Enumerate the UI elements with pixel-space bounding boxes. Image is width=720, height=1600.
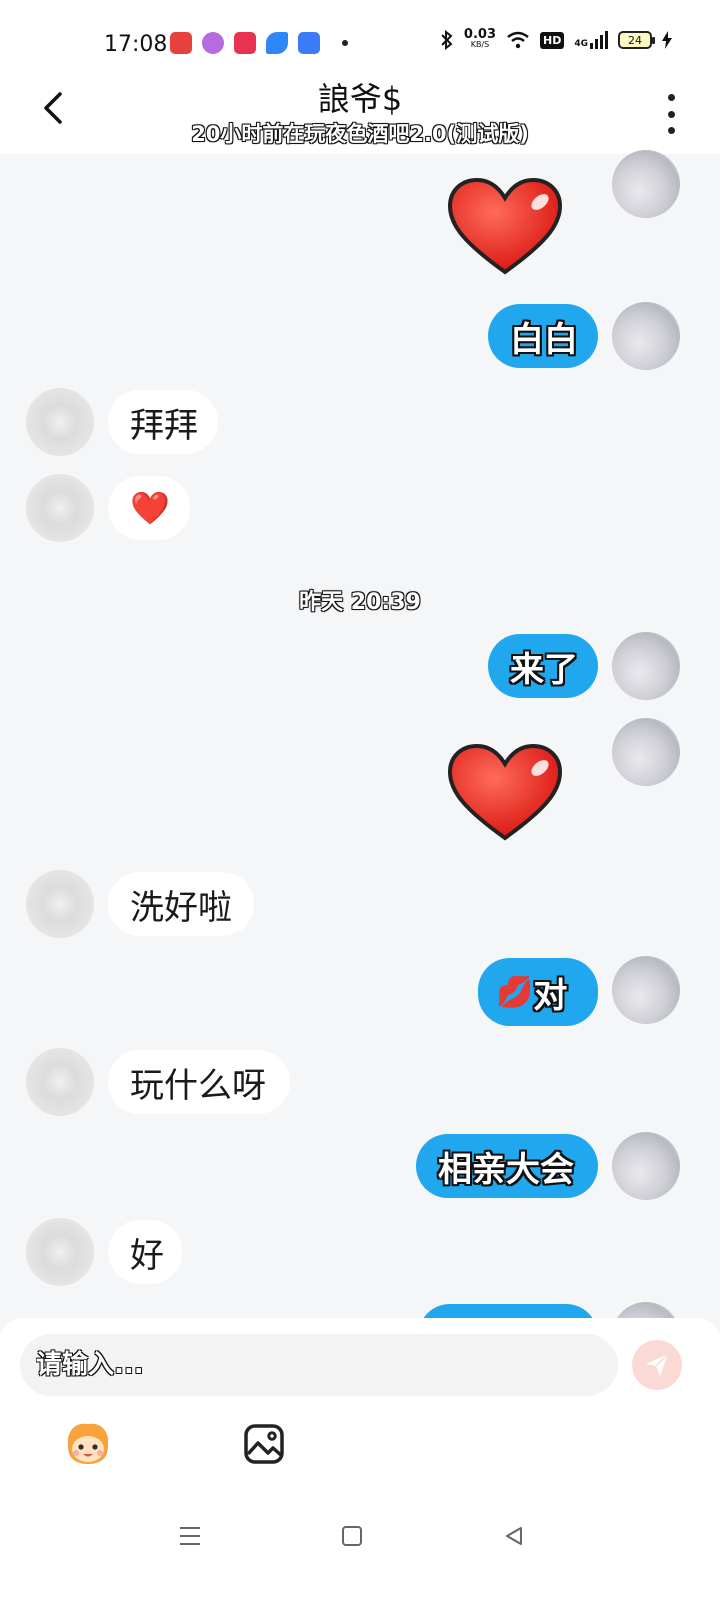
send-button[interactable] [632,1340,682,1390]
contact-message-bubble[interactable]: 洗好啦 [108,872,254,936]
home-nav-button[interactable] [332,1516,372,1556]
dot-icon [667,127,675,134]
kiss-emoji: 💋 [496,974,534,1010]
back-triangle-icon [506,1527,522,1545]
my-message-bubble[interactable]: 相亲大会 [416,1134,598,1198]
home-square-icon [342,1526,362,1546]
app-notification-icon [202,32,224,54]
message-input[interactable] [20,1334,618,1396]
more-notifications-dot [342,40,348,46]
menu-icon [180,1527,200,1545]
my-avatar[interactable] [612,1132,680,1200]
dot-icon [667,94,675,101]
dot-icon [667,110,675,118]
my-message-bubble[interactable]: 💋 对 [478,958,598,1026]
more-options-button[interactable] [664,94,678,134]
contact-avatar[interactable] [26,474,94,542]
heart-sticker[interactable] [446,742,564,842]
contact-avatar[interactable] [26,388,94,456]
contact-avatar[interactable] [26,1048,94,1116]
contact-avatar[interactable] [26,1218,94,1286]
video-app-icon [234,32,256,54]
back-nav-button[interactable] [494,1516,534,1556]
my-message-bubble[interactable]: 白白 [488,304,598,368]
network-speed: 0.03 KB/S [463,27,496,49]
battery-icon: 24 [618,31,655,49]
app-notification-icon [170,32,192,54]
my-avatar[interactable] [612,718,680,786]
system-navigation-bar [0,1490,720,1600]
my-avatar[interactable] [612,302,680,370]
heart-sticker[interactable] [446,176,564,276]
contact-name: 誏爷$ [317,80,403,118]
contact-message-bubble[interactable]: 玩什么呀 [108,1050,290,1114]
hd-voice-icon: HD [540,31,565,49]
signal-icon: 4G [574,31,608,49]
notification-icons [170,32,348,54]
my-message-bubble[interactable]: 来了 [488,634,598,698]
wifi-icon [507,31,529,49]
contact-message-bubble[interactable]: ❤️ [108,476,190,540]
status-time: 17:08 [104,32,168,57]
contact-avatar[interactable] [26,870,94,938]
image-icon[interactable] [242,1422,286,1466]
my-avatar[interactable] [612,632,680,700]
charging-icon [662,31,672,49]
bluetooth-icon [441,30,453,50]
my-avatar[interactable] [612,956,680,1024]
message-app-icon [298,32,320,54]
chat-header: 誏爷$ 20小时前在玩夜色酒吧2.0(测试版) [0,60,720,154]
app-notification-icon [266,32,288,54]
contact-message-bubble[interactable]: 好 [108,1220,182,1284]
menu-nav-button[interactable] [170,1516,210,1556]
my-avatar[interactable] [612,150,680,218]
send-icon [646,1353,669,1376]
contact-activity-status: 20小时前在玩夜色酒吧2.0(测试版) [191,122,529,146]
contact-message-bubble[interactable]: 拜拜 [108,390,218,454]
message-timestamp: 昨天 20:39 [299,590,421,615]
emoji-face-icon[interactable] [62,1418,114,1470]
